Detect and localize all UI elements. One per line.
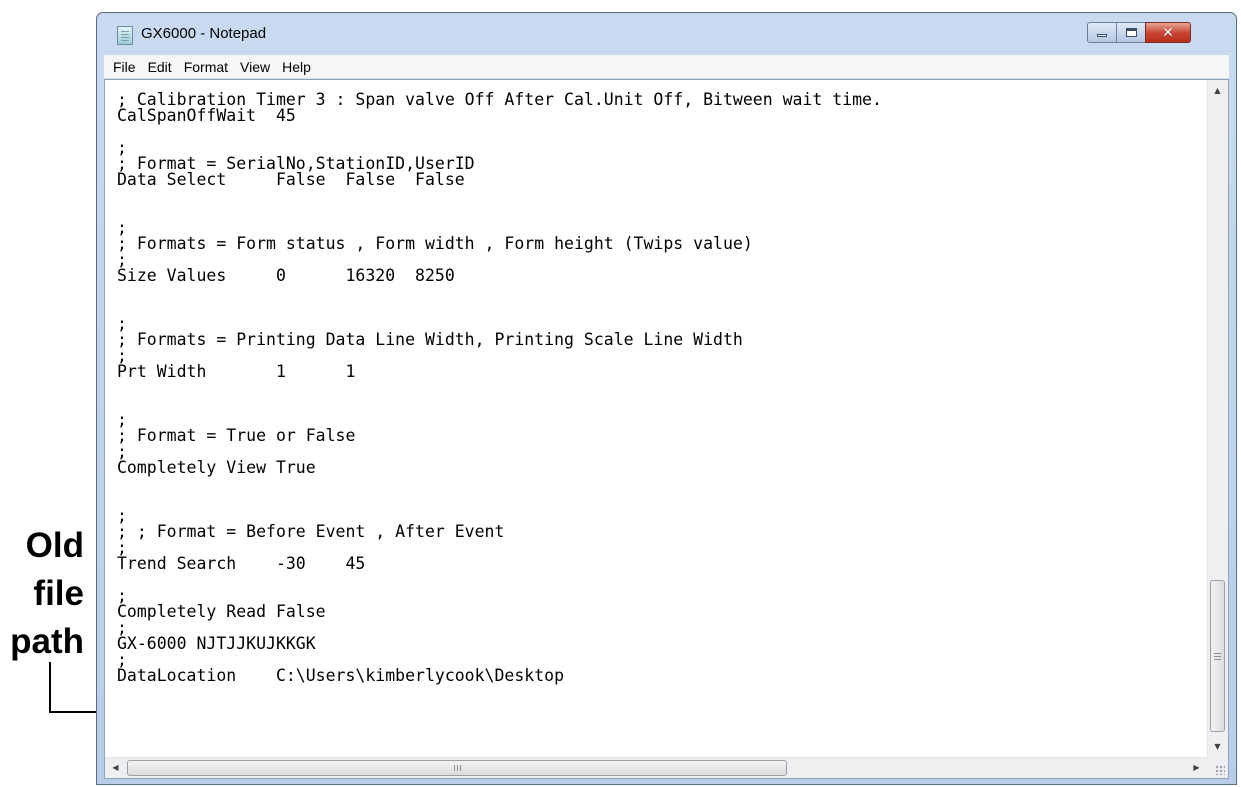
maximize-button[interactable] [1116,22,1146,43]
notepad-window: GX6000 - Notepad ✕ File Edit Format View… [96,12,1237,785]
text-line: Completely View True [117,458,316,477]
text-line [117,284,1207,300]
text-line [117,204,1207,220]
text-line [117,572,1207,588]
minimize-icon [1097,34,1107,37]
menu-bar: File Edit Format View Help [104,55,1229,79]
menu-help[interactable]: Help [276,57,317,77]
callout-leader-vertical [49,662,51,712]
grip-icon [454,765,455,771]
resize-grip-icon[interactable] [1207,757,1228,778]
text-line [117,124,1207,140]
callout-line-3: path [10,622,84,661]
text-line [117,380,1207,396]
text-editor[interactable]: ; Calibration Timer 3 : Span valve Off A… [104,79,1229,779]
text-line: Trend Search -30 45 [117,554,366,573]
text-line: ; ; Format = Before Event , After Event [117,522,505,541]
callout-label: Old file path [0,522,84,666]
text-line: ; Formats = Printing Data Line Width, Pr… [117,330,743,349]
close-button[interactable]: ✕ [1145,22,1191,43]
text-line: DataLocation C:\Users\kimberlycook\Deskt… [117,666,565,685]
horizontal-scrollbar[interactable]: ◀ ▶ [105,757,1207,778]
close-icon: ✕ [1162,24,1174,41]
text-line: Completely Read False [117,602,326,621]
horizontal-scroll-thumb[interactable] [127,760,787,776]
callout-line-2: file [33,574,84,613]
scroll-down-icon[interactable]: ▼ [1209,738,1226,755]
minimize-button[interactable] [1087,22,1117,43]
text-line: ; Formats = Form status , Form width , F… [117,234,753,253]
text-line: Prt Width 1 1 [117,362,356,381]
text-line: CalSpanOffWait 45 [117,106,296,125]
text-line: Data Select False False False [117,170,465,189]
text-line: Size Values 0 16320 8250 [117,266,455,285]
window-title: GX6000 - Notepad [141,25,267,42]
menu-edit[interactable]: Edit [142,57,178,77]
text-line [117,492,1207,508]
title-bar[interactable]: GX6000 - Notepad ✕ [97,13,1236,55]
menu-view[interactable]: View [234,57,276,77]
vertical-scrollbar[interactable]: ▲ ▼ [1207,80,1228,757]
maximize-icon [1125,28,1137,37]
vertical-scroll-thumb[interactable] [1210,580,1225,732]
grip-icon [1214,653,1221,654]
text-area[interactable]: ; Calibration Timer 3 : Span valve Off A… [105,80,1207,757]
scroll-left-icon[interactable]: ◀ [107,759,124,776]
text-line: ; Format = True or False [117,426,356,445]
text-line [117,396,1207,412]
notepad-icon[interactable] [117,26,133,45]
text-line: GX-6000 NJTJJKUJKKGK [117,634,316,653]
menu-file[interactable]: File [107,57,142,77]
text-line [117,300,1207,316]
scroll-right-icon[interactable]: ▶ [1188,759,1205,776]
callout-line-1: Old [25,526,84,565]
scroll-up-icon[interactable]: ▲ [1209,82,1226,99]
menu-format[interactable]: Format [178,57,234,77]
text-line [117,476,1207,492]
text-line [117,188,1207,204]
